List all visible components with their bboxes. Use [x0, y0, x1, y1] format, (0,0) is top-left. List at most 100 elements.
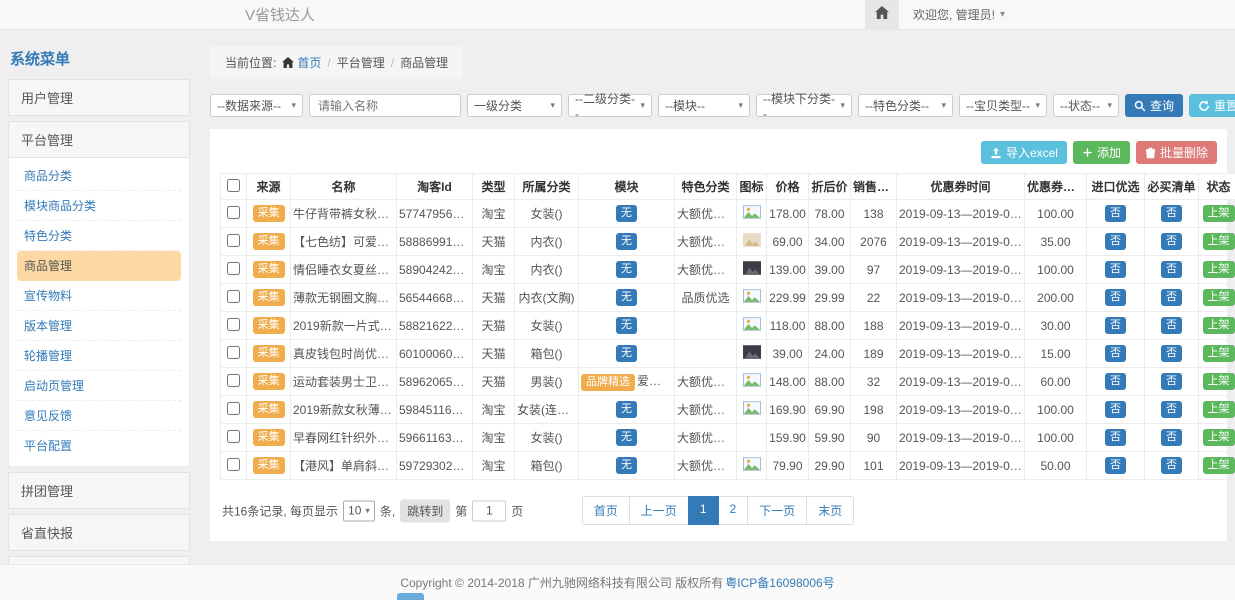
page-button[interactable]: 首页: [582, 496, 630, 525]
breadcrumb-home-label[interactable]: 首页: [297, 54, 321, 71]
import-select-toggle[interactable]: 否: [1105, 205, 1126, 222]
status-badge[interactable]: 上架: [1203, 233, 1235, 250]
reset-button[interactable]: 重置: [1189, 94, 1235, 117]
name-search-input[interactable]: [309, 94, 461, 117]
import-select-toggle[interactable]: 否: [1105, 429, 1126, 446]
sidebar-sublink[interactable]: 商品管理: [17, 251, 181, 281]
must-buy-toggle[interactable]: 否: [1161, 233, 1182, 250]
sidebar-section[interactable]: 用户管理: [8, 79, 190, 116]
add-button[interactable]: 添加: [1073, 141, 1130, 164]
import-select-toggle[interactable]: 否: [1105, 261, 1126, 278]
icp-link[interactable]: 粤ICP备16098006号: [725, 574, 834, 591]
page-number-input[interactable]: [472, 500, 506, 521]
cell-price: 178.00: [767, 200, 809, 228]
row-checkbox[interactable]: [227, 234, 240, 247]
jump-button[interactable]: 跳转到: [400, 499, 450, 522]
sidebar-sublink[interactable]: 特色分类: [17, 221, 181, 251]
page-size-select[interactable]: 10 ▾: [343, 500, 375, 521]
breadcrumb-home-link[interactable]: 首页: [282, 54, 321, 71]
status-badge[interactable]: 上架: [1203, 317, 1235, 334]
feature-category-select[interactable]: --特色分类--▾: [858, 94, 953, 117]
sidebar-sublink[interactable]: 模块商品分类: [17, 191, 181, 221]
must-buy-toggle[interactable]: 否: [1161, 429, 1182, 446]
breadcrumb-item[interactable]: 商品管理: [400, 54, 448, 71]
table-row: 采集情侣睡衣女夏丝绸男士...589042420344淘宝内衣()无大额优惠券1…: [221, 256, 1235, 284]
must-buy-toggle[interactable]: 否: [1161, 261, 1182, 278]
row-checkbox[interactable]: [227, 290, 240, 303]
level2-category-select[interactable]: --二级分类--▾: [568, 94, 652, 117]
row-checkbox[interactable]: [227, 430, 240, 443]
row-checkbox[interactable]: [227, 458, 240, 471]
home-button[interactable]: [865, 0, 899, 29]
import-select-toggle[interactable]: 否: [1105, 373, 1126, 390]
query-button[interactable]: 查询: [1125, 94, 1183, 117]
status-badge[interactable]: 上架: [1203, 289, 1235, 306]
status-badge[interactable]: 上架: [1203, 457, 1235, 474]
module-subcategory-select[interactable]: --模块下分类--▾: [756, 94, 852, 117]
status-badge[interactable]: 上架: [1203, 261, 1235, 278]
import-select-toggle[interactable]: 否: [1105, 289, 1126, 306]
status-badge[interactable]: 上架: [1203, 429, 1235, 446]
sidebar-section[interactable]: 平台管理: [8, 121, 190, 158]
import-select-toggle[interactable]: 否: [1105, 233, 1126, 250]
must-buy-toggle[interactable]: 否: [1161, 289, 1182, 306]
must-buy-toggle[interactable]: 否: [1161, 457, 1182, 474]
sidebar-sublink[interactable]: 轮播管理: [17, 341, 181, 371]
select-all-checkbox[interactable]: [227, 179, 240, 192]
must-buy-toggle[interactable]: 否: [1161, 317, 1182, 334]
page-button[interactable]: 1: [688, 496, 719, 525]
status-badge[interactable]: 上架: [1203, 373, 1235, 390]
must-buy-toggle[interactable]: 否: [1161, 205, 1182, 222]
cell-status: 上架: [1199, 228, 1235, 256]
cell-import-select: 否: [1087, 396, 1145, 424]
sidebar-sublink[interactable]: 宣传物料: [17, 281, 181, 311]
import-select-toggle[interactable]: 否: [1105, 345, 1126, 362]
plus-icon: [1082, 147, 1093, 158]
must-buy-toggle[interactable]: 否: [1161, 373, 1182, 390]
import-select-toggle[interactable]: 否: [1105, 457, 1126, 474]
row-checkbox[interactable]: [227, 374, 240, 387]
refresh-icon: [1198, 100, 1210, 112]
row-checkbox[interactable]: [227, 346, 240, 359]
module-select[interactable]: --模块--▾: [658, 94, 750, 117]
import-select-toggle[interactable]: 否: [1105, 401, 1126, 418]
page-button[interactable]: 2: [718, 496, 749, 525]
page-button[interactable]: 末页: [806, 496, 854, 525]
must-buy-toggle[interactable]: 否: [1161, 345, 1182, 362]
user-menu[interactable]: 欢迎您, 管理员! ▾: [899, 6, 1005, 23]
must-buy-toggle[interactable]: 否: [1161, 401, 1182, 418]
breadcrumb-item[interactable]: 平台管理: [337, 54, 385, 71]
row-checkbox[interactable]: [227, 206, 240, 219]
import-select-toggle[interactable]: 否: [1105, 317, 1126, 334]
status-select[interactable]: --状态--▾: [1053, 94, 1119, 117]
page-button[interactable]: 下一页: [747, 496, 807, 525]
table-row: 采集早春网红针织外套女春...596611634525淘宝女装()无大额优惠券1…: [221, 424, 1235, 452]
sidebar-section[interactable]: 拼团管理: [8, 472, 190, 509]
cell-coupon-amount: 100.00: [1025, 424, 1087, 452]
level2-category-value: --二级分类--: [575, 90, 636, 121]
sidebar-sublink[interactable]: 商品分类: [17, 161, 181, 191]
import-excel-button[interactable]: 导入excel: [981, 141, 1067, 164]
sidebar-sublink[interactable]: 启动页管理: [17, 371, 181, 401]
sidebar-sublink[interactable]: 平台配置: [17, 431, 181, 460]
column-header: 名称: [291, 174, 397, 200]
row-checkbox[interactable]: [227, 262, 240, 275]
status-badge[interactable]: 上架: [1203, 401, 1235, 418]
cell-price: 79.90: [767, 452, 809, 480]
status-badge[interactable]: 上架: [1203, 345, 1235, 362]
level1-category-select[interactable]: 一级分类▾: [467, 94, 562, 117]
cell-import-select: 否: [1087, 424, 1145, 452]
row-checkbox[interactable]: [227, 402, 240, 415]
row-checkbox[interactable]: [227, 318, 240, 331]
cell-taoke-id: 601000601341: [397, 340, 473, 368]
data-source-select[interactable]: --数据来源--▾: [210, 94, 303, 117]
status-badge[interactable]: 上架: [1203, 205, 1235, 222]
item-type-select[interactable]: --宝贝类型--▾: [959, 94, 1047, 117]
batch-delete-button[interactable]: 批量删除: [1136, 141, 1217, 164]
page-button[interactable]: 上一页: [629, 496, 689, 525]
sidebar-section[interactable]: 消息管理: [8, 556, 190, 564]
sidebar-sublink[interactable]: 意见反馈: [17, 401, 181, 431]
sidebar-sublink[interactable]: 版本管理: [17, 311, 181, 341]
cell-discount-price: 69.90: [809, 396, 851, 424]
sidebar-section[interactable]: 省直快报: [8, 514, 190, 551]
